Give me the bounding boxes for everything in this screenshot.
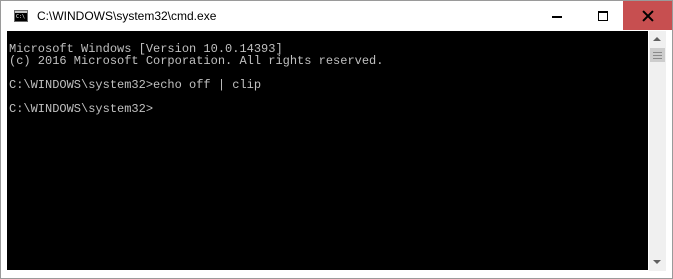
close-button[interactable]	[623, 1, 672, 30]
console-output[interactable]: Microsoft Windows [Version 10.0.14393] (…	[7, 31, 648, 270]
window-title: C:\WINDOWS\system32\cmd.exe	[37, 9, 217, 23]
maximize-icon	[598, 10, 608, 21]
minimize-icon	[552, 15, 562, 18]
maximize-button[interactable]	[580, 1, 626, 30]
console-line: C:\WINDOWS\system32>	[9, 102, 154, 116]
scroll-down-button[interactable]	[649, 254, 666, 271]
scroll-up-button[interactable]	[649, 31, 666, 48]
window-bottom-border	[1, 271, 672, 278]
console-line: C:\WINDOWS\system32>echo off | clip	[9, 78, 262, 92]
cmd-icon-text: C:\	[16, 14, 26, 20]
close-icon	[642, 10, 654, 22]
vertical-scrollbar[interactable]	[649, 31, 666, 271]
scroll-thumb[interactable]	[650, 48, 665, 62]
console-line: (c) 2016 Microsoft Corporation. All righ…	[9, 54, 384, 68]
cmd-icon[interactable]: C:\	[14, 10, 28, 22]
minimize-button[interactable]	[534, 1, 580, 30]
scroll-down-icon	[653, 260, 661, 264]
title-bar[interactable]: C:\ C:\WINDOWS\system32\cmd.exe	[1, 1, 672, 31]
console-window: C:\ C:\WINDOWS\system32\cmd.exe Microsof…	[0, 0, 673, 279]
scroll-up-icon	[653, 37, 661, 41]
